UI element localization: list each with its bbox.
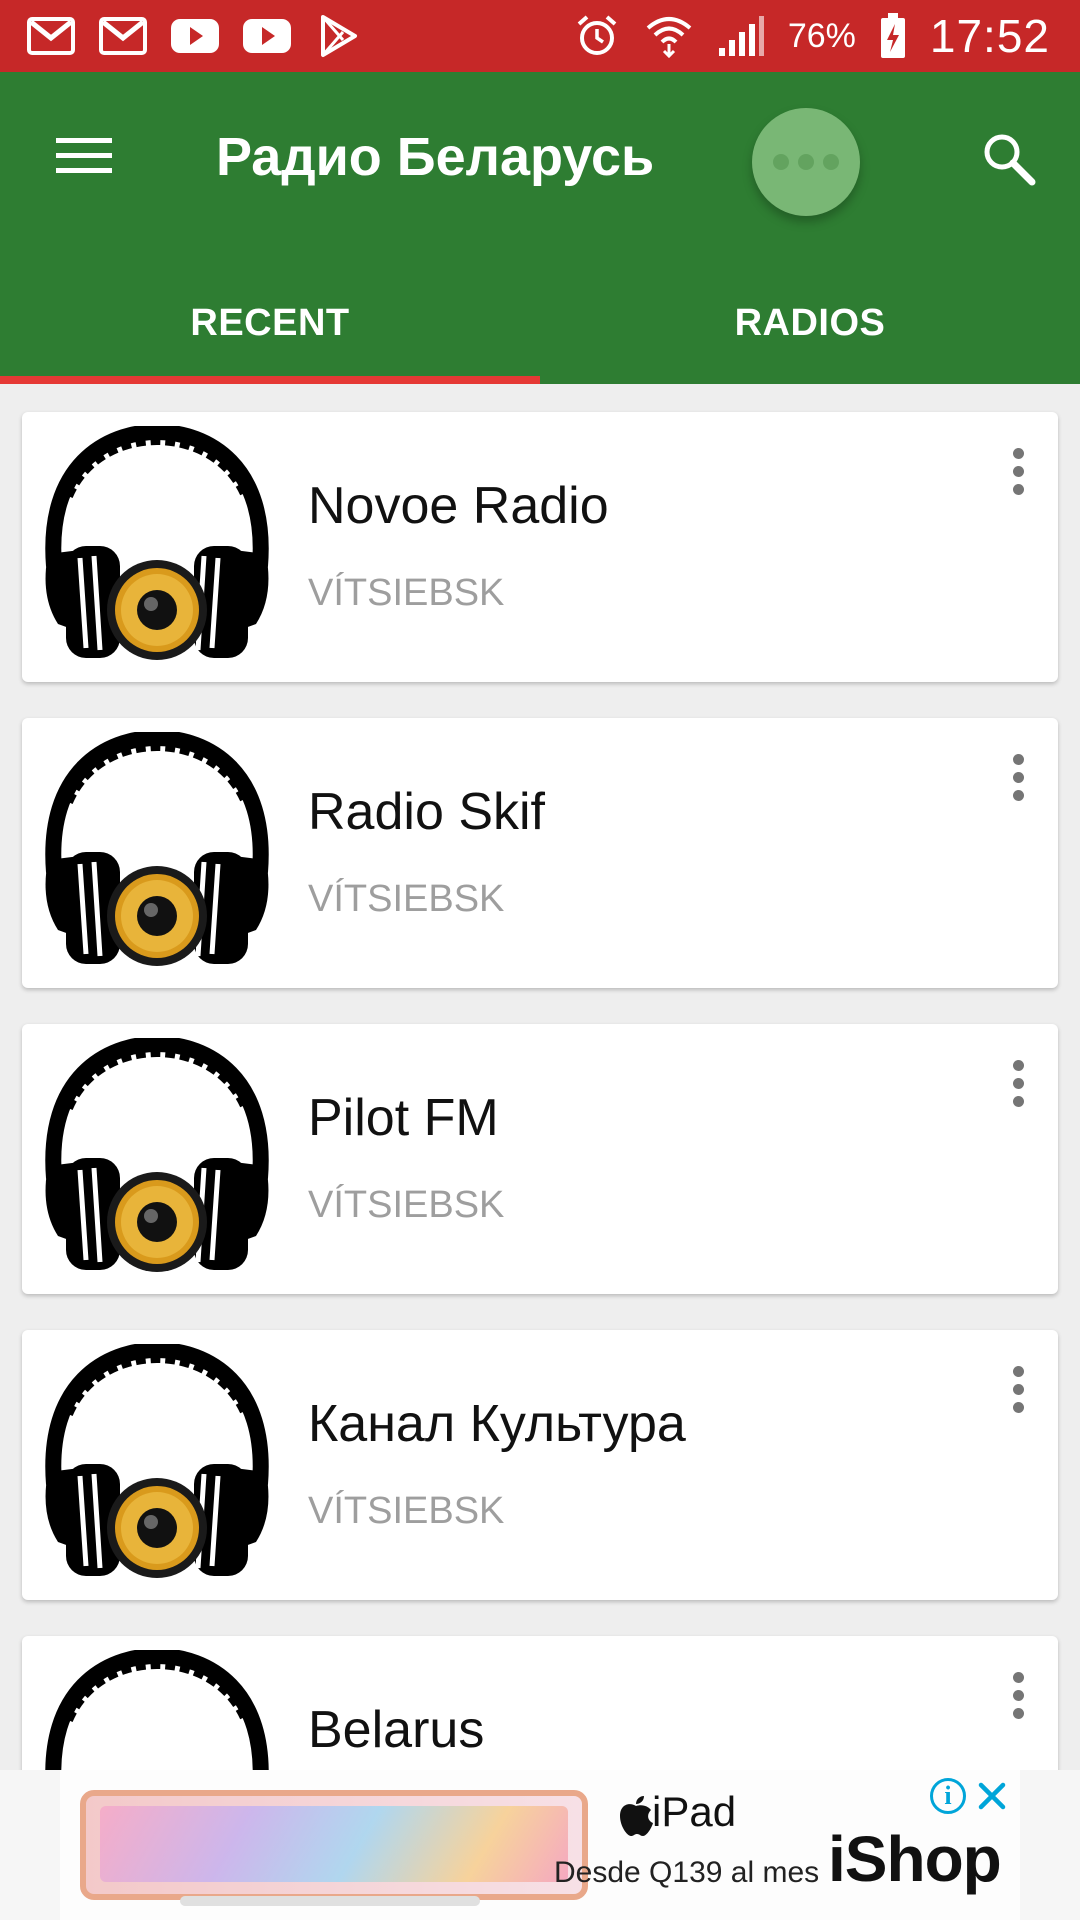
tab-recent[interactable]: RECENT [0, 278, 540, 384]
gmail-icon [98, 14, 148, 58]
ad-content[interactable]: iPad Desde Q139 al mes iShop i [60, 1770, 1020, 1920]
gmail-icon [26, 14, 76, 58]
ad-info-icon[interactable]: i [930, 1778, 966, 1814]
headphones-icon [36, 426, 278, 668]
station-name: Belarus [308, 1701, 485, 1759]
youtube-icon [170, 14, 220, 58]
station-name: Radio Skif [308, 783, 545, 841]
tab-indicator [0, 376, 540, 384]
station-name: Novoe Radio [308, 477, 609, 535]
more-vert-icon[interactable] [996, 1048, 1040, 1118]
more-vert-icon[interactable] [996, 1660, 1040, 1730]
station-city: VÍTSIEBSK [308, 1184, 505, 1226]
headphones-icon [36, 732, 278, 974]
battery-charging-icon [878, 13, 908, 58]
station-city: VÍTSIEBSK [308, 878, 505, 920]
station-city: VÍTSIEBSK [308, 1490, 505, 1532]
system-status: 76% 17:52 [572, 8, 1050, 64]
more-vert-icon[interactable] [996, 436, 1040, 506]
alarm-icon [572, 14, 622, 58]
more-bubble-icon[interactable] [752, 108, 860, 216]
more-vert-icon[interactable] [996, 1354, 1040, 1424]
status-bar: 76% 17:52 [0, 0, 1080, 72]
station-list[interactable]: Novoe Radio VÍTSIEBSK Radio Skif VÍTSIEB… [0, 384, 1080, 1770]
apple-logo-icon [620, 1796, 653, 1836]
station-city: VÍTSIEBSK [308, 572, 505, 614]
station-card[interactable]: Pilot FM VÍTSIEBSK [22, 1024, 1058, 1294]
tab-radios[interactable]: RADIOS [540, 278, 1080, 384]
ad-price: Desde Q139 al mes [554, 1856, 820, 1889]
headphones-icon [36, 1344, 278, 1586]
station-card[interactable]: Novoe Radio VÍTSIEBSK [22, 412, 1058, 682]
ipad-image [80, 1790, 588, 1900]
headphones-icon [36, 1650, 278, 1770]
tab-bar: RECENT RADIOS [0, 278, 1080, 384]
signal-icon [716, 14, 766, 58]
hamburger-menu-icon[interactable] [48, 120, 120, 192]
play-store-icon [314, 14, 364, 58]
ad-product: iPad [652, 1788, 737, 1835]
notification-icons [26, 12, 364, 60]
ad-close-icon[interactable] [974, 1778, 1010, 1814]
wifi-icon [644, 14, 694, 58]
more-vert-icon[interactable] [996, 742, 1040, 812]
station-card[interactable]: Belarus [22, 1636, 1058, 1770]
clock: 17:52 [929, 10, 1050, 62]
station-name: Канал Культура [308, 1395, 686, 1453]
youtube-icon [242, 14, 292, 58]
pencil-image [180, 1896, 480, 1906]
station-card[interactable]: Канал Культура VÍTSIEBSK [22, 1330, 1058, 1600]
station-card[interactable]: Radio Skif VÍTSIEBSK [22, 718, 1058, 988]
headphones-icon [36, 1038, 278, 1280]
app-title: Радио Беларусь [216, 127, 655, 187]
battery-percent: 76% [787, 16, 856, 55]
ad-brand-logo: iShop [828, 1823, 1002, 1895]
ad-banner[interactable]: iPad Desde Q139 al mes iShop i [0, 1770, 1080, 1920]
search-icon[interactable] [972, 122, 1044, 194]
station-name: Pilot FM [308, 1089, 499, 1147]
